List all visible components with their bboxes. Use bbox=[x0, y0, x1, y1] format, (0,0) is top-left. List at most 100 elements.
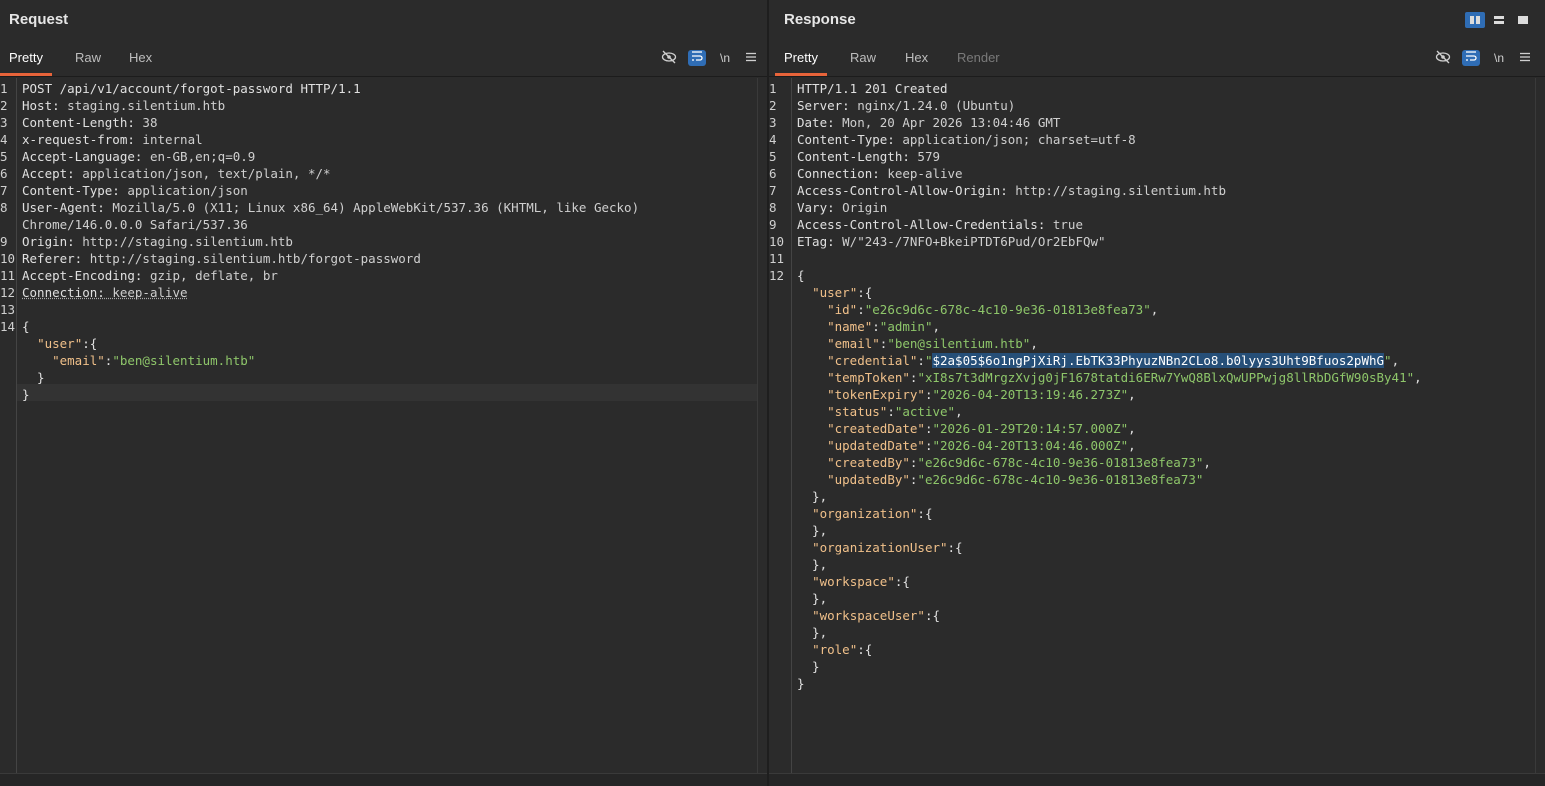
stacked-icon[interactable] bbox=[1489, 12, 1509, 28]
code-line[interactable]: }, bbox=[797, 556, 827, 573]
code-line[interactable]: "organizationUser":{ bbox=[797, 539, 963, 556]
code-line[interactable]: "user":{ bbox=[797, 284, 872, 301]
code-line[interactable]: "email":"ben@silentium.htb", bbox=[797, 335, 1038, 352]
code-line[interactable]: Referer: http://staging.silentium.htb/fo… bbox=[22, 250, 421, 267]
code-token: "2026-04-20T13:19:46.273Z" bbox=[932, 387, 1129, 402]
tab-hex[interactable]: Hex bbox=[120, 44, 161, 74]
code-line[interactable]: Connection: keep-alive bbox=[797, 165, 963, 182]
code-line[interactable]: Access-Control-Allow-Origin: http://stag… bbox=[797, 182, 1226, 199]
tab-pretty[interactable]: Pretty bbox=[0, 44, 52, 76]
code-line[interactable]: }, bbox=[797, 522, 827, 539]
code-token: en-GB,en;q=0.9 bbox=[149, 149, 256, 164]
code-token: "id" bbox=[827, 302, 858, 317]
code-line[interactable]: Connection: keep-alive bbox=[22, 284, 188, 301]
code-line[interactable]: "name":"admin", bbox=[797, 318, 940, 335]
code-line[interactable]: "updatedBy":"e26c9d6c-678c-4c10-9e36-018… bbox=[797, 471, 1203, 488]
code-line[interactable]: } bbox=[797, 675, 805, 692]
code-line[interactable]: x-request-from: internal bbox=[22, 131, 203, 148]
code-token: application/json, text/plain, */* bbox=[82, 166, 331, 181]
code-token: "status" bbox=[827, 404, 888, 419]
tab-raw[interactable]: Raw bbox=[841, 44, 885, 74]
code-line[interactable]: Content-Length: 38 bbox=[22, 114, 157, 131]
code-token: { bbox=[22, 319, 30, 334]
code-line[interactable]: "status":"active", bbox=[797, 403, 963, 420]
code-line[interactable]: Content-Length: 579 bbox=[797, 148, 940, 165]
code-line[interactable]: Chrome/146.0.0.0 Safari/537.36 bbox=[22, 216, 248, 233]
code-token: Content-Length: bbox=[797, 149, 918, 164]
request-code[interactable]: POST /api/v1/account/forgot-password HTT… bbox=[22, 78, 758, 774]
code-token: "ben@silentium.htb" bbox=[112, 353, 256, 368]
code-token: Content-Type: bbox=[22, 183, 128, 198]
code-line[interactable]: "email":"ben@silentium.htb" bbox=[22, 352, 255, 369]
code-line[interactable]: Content-Type: application/json bbox=[22, 182, 248, 199]
code-line[interactable]: } bbox=[22, 386, 30, 403]
code-line[interactable]: "updatedDate":"2026-04-20T13:04:46.000Z"… bbox=[797, 437, 1136, 454]
code-line[interactable]: "workspace":{ bbox=[797, 573, 910, 590]
code-line[interactable]: Server: nginx/1.24.0 (Ubuntu) bbox=[797, 97, 1015, 114]
code-line[interactable]: "createdBy":"e26c9d6c-678c-4c10-9e36-018… bbox=[797, 454, 1211, 471]
code-line[interactable]: }, bbox=[797, 624, 827, 641]
response-code[interactable]: HTTP/1.1 201 Created Server: nginx/1.24.0… bbox=[797, 78, 1536, 774]
code-token: "createdDate" bbox=[827, 421, 925, 436]
code-token: { bbox=[797, 268, 805, 283]
response-scrollbar[interactable] bbox=[1535, 78, 1545, 774]
code-line[interactable]: "tempToken":"xI8s7t3dMrgzXvjg0jF1678tatd… bbox=[797, 369, 1422, 386]
tab-raw[interactable]: Raw bbox=[66, 44, 110, 74]
wrap-icon[interactable] bbox=[1462, 50, 1480, 66]
code-line[interactable]: POST /api/v1/account/forgot-password HTT… bbox=[22, 80, 361, 97]
request-editor[interactable]: 1 2 3 4 5 6 7 8 9 10 11 12 13 14 POST /api/v1/account… bbox=[0, 78, 767, 774]
code-line[interactable]: "credential": "$2a$05$6o1ngPjXiRj.EbTK33P… bbox=[797, 352, 1399, 369]
eye-off-icon[interactable] bbox=[1434, 50, 1452, 66]
code-line[interactable]: "role":{ bbox=[797, 641, 872, 658]
code-line[interactable]: "organization":{ bbox=[797, 505, 932, 522]
code-token: "user" bbox=[37, 336, 83, 351]
code-line[interactable]: Content-Type: application/json; charset=… bbox=[797, 131, 1136, 148]
code-line[interactable]: Accept-Encoding: gzip, deflate, br bbox=[22, 267, 278, 284]
code-token: Host: bbox=[22, 98, 68, 113]
code-line[interactable]: Access-Control-Allow-Credentials: true bbox=[797, 216, 1083, 233]
code-line[interactable]: Date: Mon, 20 Apr 2026 13:04:46 GMT bbox=[797, 114, 1060, 131]
tab-pretty[interactable]: Pretty bbox=[775, 44, 827, 76]
code-line[interactable]: "id":"e26c9d6c-678c-4c10-9e36-01813e8fea… bbox=[797, 301, 1158, 318]
code-line[interactable]: Host: staging.silentium.htb bbox=[22, 97, 225, 114]
wrap-icon[interactable] bbox=[688, 50, 706, 66]
single-icon[interactable] bbox=[1513, 12, 1533, 28]
code-line[interactable]: Accept-Language: en-GB,en;q=0.9 bbox=[22, 148, 255, 165]
code-line[interactable]: Origin: http://staging.silentium.htb bbox=[22, 233, 293, 250]
newline-toggle[interactable]: \n bbox=[1490, 50, 1508, 66]
response-title: Response bbox=[784, 11, 856, 28]
code-line[interactable]: User-Agent: Mozilla/5.0 (X11; Linux x86_… bbox=[22, 199, 639, 216]
eye-off-icon[interactable] bbox=[660, 50, 678, 66]
menu-icon[interactable] bbox=[742, 50, 760, 66]
menu-icon[interactable] bbox=[1516, 50, 1534, 66]
code-token: "organization" bbox=[812, 506, 918, 521]
code-token: :{ bbox=[82, 336, 98, 351]
side-by-side-icon[interactable] bbox=[1465, 12, 1485, 28]
request-scrollbar[interactable] bbox=[757, 78, 767, 774]
code-line[interactable]: "createdDate":"2026-01-29T20:14:57.000Z"… bbox=[797, 420, 1136, 437]
newline-toggle[interactable]: \n bbox=[716, 50, 734, 66]
code-line[interactable]: }, bbox=[797, 590, 827, 607]
tab-hex[interactable]: Hex bbox=[896, 44, 937, 74]
code-line[interactable]: Vary: Origin bbox=[797, 199, 887, 216]
code-line[interactable]: } bbox=[797, 658, 820, 675]
code-token: "user" bbox=[812, 285, 858, 300]
code-line[interactable]: HTTP/1.1 201 Created bbox=[797, 80, 948, 97]
code-line[interactable]: "user":{ bbox=[22, 335, 97, 352]
code-line[interactable]: "tokenExpiry":"2026-04-20T13:19:46.273Z"… bbox=[797, 386, 1136, 403]
code-line[interactable]: { bbox=[22, 318, 30, 335]
code-line[interactable]: } bbox=[22, 369, 45, 386]
code-token: :{ bbox=[857, 642, 873, 657]
code-line[interactable]: "workspaceUser":{ bbox=[797, 607, 940, 624]
code-line[interactable]: }, bbox=[797, 488, 827, 505]
code-token: : bbox=[857, 302, 865, 317]
code-line[interactable]: Accept: application/json, text/plain, */… bbox=[22, 165, 331, 182]
code-line[interactable]: { bbox=[797, 267, 805, 284]
response-editor[interactable]: 1 2 3 4 5 6 7 8 9 10 11 12 HTTP/1.1 201 Created Serv… bbox=[769, 78, 1545, 774]
line-number: 11 bbox=[0, 268, 16, 283]
tab-render[interactable]: Render bbox=[948, 44, 1009, 74]
code-line[interactable]: ETag: W/"243-/7NFO+BkeiPTDT6Pud/Or2EbFQw… bbox=[797, 233, 1106, 250]
code-token: :{ bbox=[857, 285, 873, 300]
